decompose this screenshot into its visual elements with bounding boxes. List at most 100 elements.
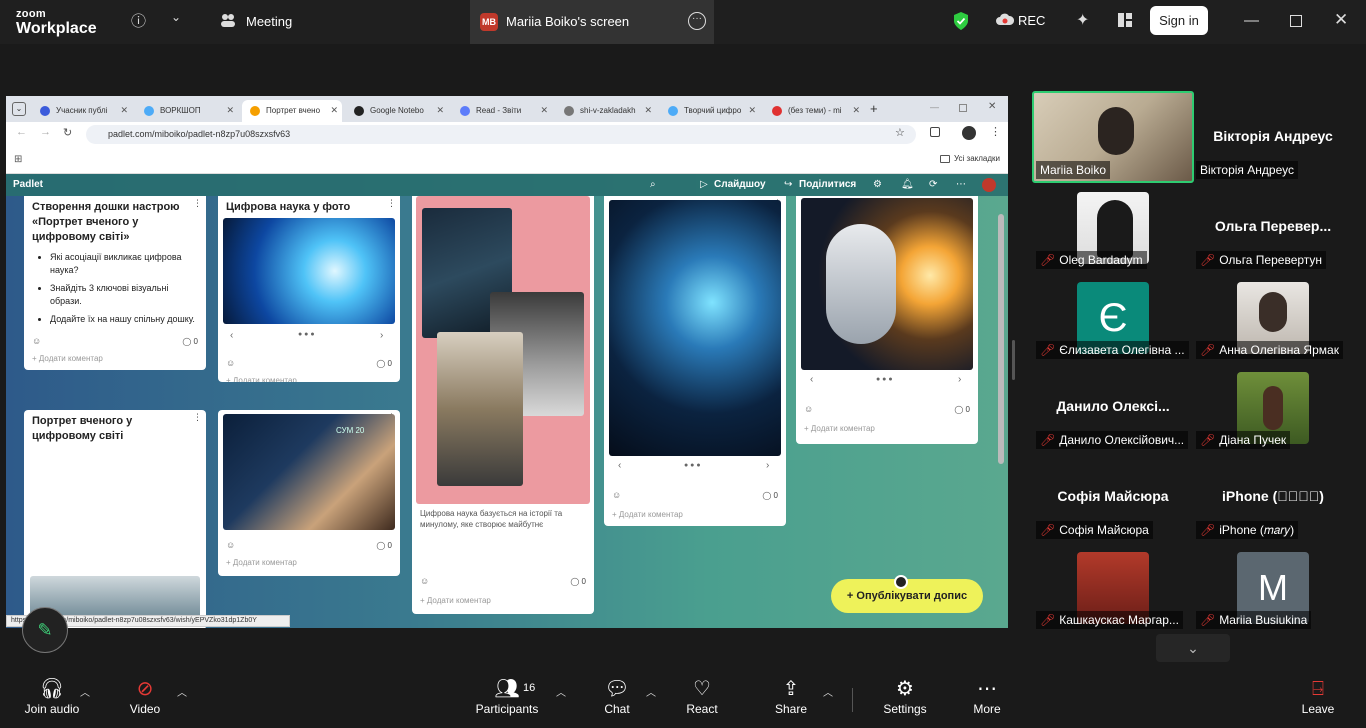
chat-button[interactable]: 💬︎ Chat — [600, 676, 634, 716]
leave-button[interactable]: ⍈ Leave — [1300, 676, 1336, 716]
comment-count[interactable]: ◯ 0 — [376, 359, 392, 368]
apps-grid-icon[interactable]: ⊞ — [14, 154, 22, 165]
post-card-scientist-photo[interactable]: ⋮ СУМ 20 ☺ ◯ 0 + Додати коментар — [218, 410, 400, 576]
user-avatar[interactable] — [982, 178, 996, 192]
layout-icon[interactable] — [1117, 12, 1133, 33]
close-tab-icon[interactable]: ✕ — [540, 105, 548, 116]
maximize-icon[interactable] — [1290, 15, 1302, 27]
share-arrow-icon[interactable]: ↪ — [784, 179, 792, 190]
close-tab-icon[interactable]: ✕ — [644, 105, 652, 116]
browser-tab-7[interactable]: Творчий цифро ✕ — [660, 100, 760, 122]
rec-label[interactable]: REC — [1018, 13, 1045, 28]
post-card-moodboard[interactable]: ⋮ Створення дошки настрою «Портрет вчено… — [24, 196, 206, 370]
tab-list-icon[interactable]: ⌄ — [12, 102, 26, 116]
close-tab-icon[interactable]: ✕ — [852, 105, 860, 116]
close-tab-icon[interactable]: ✕ — [436, 105, 444, 116]
window-minimize-icon[interactable]: — — [930, 102, 939, 112]
close-icon[interactable]: ✕ — [1334, 10, 1348, 30]
post-card-scientist-ai[interactable]: ⋮ ‹ ● ● ● › ☺ ◯ 0 + Додати коментар — [604, 196, 786, 526]
carousel-next-icon[interactable]: › — [380, 330, 383, 341]
back-icon[interactable]: ← — [16, 126, 27, 138]
participants-options-chevron-icon[interactable]: ︿ — [556, 684, 566, 699]
add-comment[interactable]: + Додати коментар — [420, 596, 491, 605]
ai-companion-icon[interactable]: ✦ — [1076, 10, 1089, 30]
browser-tab-3[interactable]: Портрет вчено ✕ — [242, 100, 342, 122]
search-icon[interactable]: ⌕ — [650, 179, 656, 190]
window-maximize-icon[interactable] — [959, 104, 967, 112]
scrollbar[interactable] — [998, 214, 1004, 464]
close-tab-icon[interactable]: ✕ — [330, 105, 338, 116]
chevron-down-icon[interactable]: ⌄ — [171, 10, 181, 24]
post-menu-icon[interactable]: ⋮ — [193, 198, 202, 209]
bell-icon[interactable]: 🔔︎ — [901, 179, 914, 190]
carousel-prev-icon[interactable]: ‹ — [810, 374, 813, 385]
share-options-chevron-icon[interactable]: ︿ — [823, 684, 833, 699]
scroll-down-chevron-icon[interactable]: ⌄ — [1156, 634, 1230, 662]
browser-tab-5[interactable]: Read - Звіти ✕ — [452, 100, 552, 122]
more-options-icon[interactable]: ··· — [688, 12, 706, 30]
reaction-icon[interactable]: ☺ — [612, 490, 621, 500]
forward-icon[interactable]: → — [40, 126, 51, 138]
browser-tab-2[interactable]: ВОРКШОП ✕ — [136, 100, 238, 122]
new-tab-icon[interactable]: + — [870, 101, 878, 116]
shield-icon[interactable] — [952, 11, 970, 36]
close-tab-icon[interactable]: ✕ — [226, 105, 234, 116]
extensions-icon[interactable] — [930, 127, 940, 137]
minimize-icon[interactable]: — — [1244, 12, 1259, 29]
settings-button[interactable]: ⚙ Settings — [882, 676, 928, 716]
browser-tab-6[interactable]: shi-v-zakladakh ✕ — [556, 100, 656, 122]
panel-resize-handle[interactable] — [1012, 340, 1015, 380]
add-comment[interactable]: + Додати коментар — [32, 354, 103, 363]
post-menu-icon[interactable]: ⋮ — [387, 198, 396, 209]
video-options-chevron-icon[interactable]: ︿ — [177, 684, 187, 699]
reaction-icon[interactable]: ☺ — [226, 540, 235, 550]
add-comment[interactable]: + Додати коментар — [226, 376, 297, 382]
comment-count[interactable]: ◯ 0 — [570, 577, 586, 586]
browser-menu-icon[interactable]: ⋮ — [990, 125, 1001, 138]
gear-icon[interactable]: ⚙ — [873, 179, 882, 190]
more-button[interactable]: ⋯ More — [970, 676, 1004, 716]
comment-count[interactable]: ◯ 0 — [182, 337, 198, 346]
add-comment[interactable]: + Додати коментар — [804, 424, 875, 433]
all-bookmarks-label[interactable]: Усі закладки — [954, 154, 1000, 163]
share-screen-button[interactable]: ⇪ Share — [774, 676, 808, 716]
post-card-digital-science[interactable]: ⋮ Цифрова наука у фото ‹ ● ● ● › ☺ ◯ 0 +… — [218, 196, 400, 382]
browser-tab-4[interactable]: Google Notebo ✕ — [346, 100, 448, 122]
post-card-portrait[interactable]: ⋮ Портрет вченого у цифровому світі — [24, 410, 206, 628]
audio-options-chevron-icon[interactable]: ︿ — [80, 684, 90, 699]
reload-icon[interactable]: ↻ — [63, 126, 72, 139]
annotate-pen-icon[interactable]: ✎ — [22, 607, 68, 653]
close-tab-icon[interactable]: ✕ — [120, 105, 128, 116]
reaction-icon[interactable]: ☺ — [804, 404, 813, 414]
carousel-prev-icon[interactable]: ‹ — [618, 460, 621, 471]
play-icon[interactable]: ▷ — [700, 179, 708, 190]
sign-in-button[interactable]: Sign in — [1150, 6, 1208, 35]
comment-count[interactable]: ◯ 0 — [762, 491, 778, 500]
close-tab-icon[interactable]: ✕ — [748, 105, 756, 116]
post-menu-icon[interactable]: ⋮ — [193, 412, 202, 423]
url-input[interactable]: padlet.com/miboiko/padlet-n8zp7u08szxsfv… — [86, 125, 916, 144]
remake-icon[interactable]: ⟳ — [929, 179, 937, 190]
add-comment[interactable]: + Додати коментар — [612, 510, 683, 519]
reaction-icon[interactable]: ☺ — [420, 576, 429, 586]
browser-tab-8[interactable]: (без теми) - mi ✕ — [764, 100, 864, 122]
window-close-icon[interactable]: ✕ — [988, 101, 996, 112]
slideshow-button[interactable]: Слайдшоу — [714, 179, 766, 190]
comment-count[interactable]: ◯ 0 — [376, 541, 392, 550]
meeting-label[interactable]: Meeting — [246, 14, 292, 29]
reaction-icon[interactable]: ☺ — [226, 358, 235, 368]
more-icon[interactable]: ⋯ — [956, 179, 966, 190]
browser-tab-1[interactable]: Учасник публі ✕ — [32, 100, 132, 122]
padlet-brand[interactable]: Padlet — [13, 179, 43, 190]
post-card-robot[interactable]: ⋮ ‹ ● ● ● › ☺ ◯ 0 + Додати коментар — [796, 196, 978, 444]
carousel-next-icon[interactable]: › — [766, 460, 769, 471]
video-button[interactable]: ⊘ Video — [124, 676, 166, 716]
post-card-collage[interactable]: ⋮ Цифрова наука базується на історії та … — [412, 196, 594, 614]
comment-count[interactable]: ◯ 0 — [954, 405, 970, 414]
carousel-prev-icon[interactable]: ‹ — [230, 330, 233, 341]
info-icon[interactable]: ⓘ — [131, 10, 146, 31]
chat-options-chevron-icon[interactable]: ︿ — [646, 684, 656, 699]
reaction-icon[interactable]: ☺ — [32, 336, 41, 346]
react-button[interactable]: ♡ React — [684, 676, 720, 716]
add-comment[interactable]: + Додати коментар — [226, 558, 297, 567]
